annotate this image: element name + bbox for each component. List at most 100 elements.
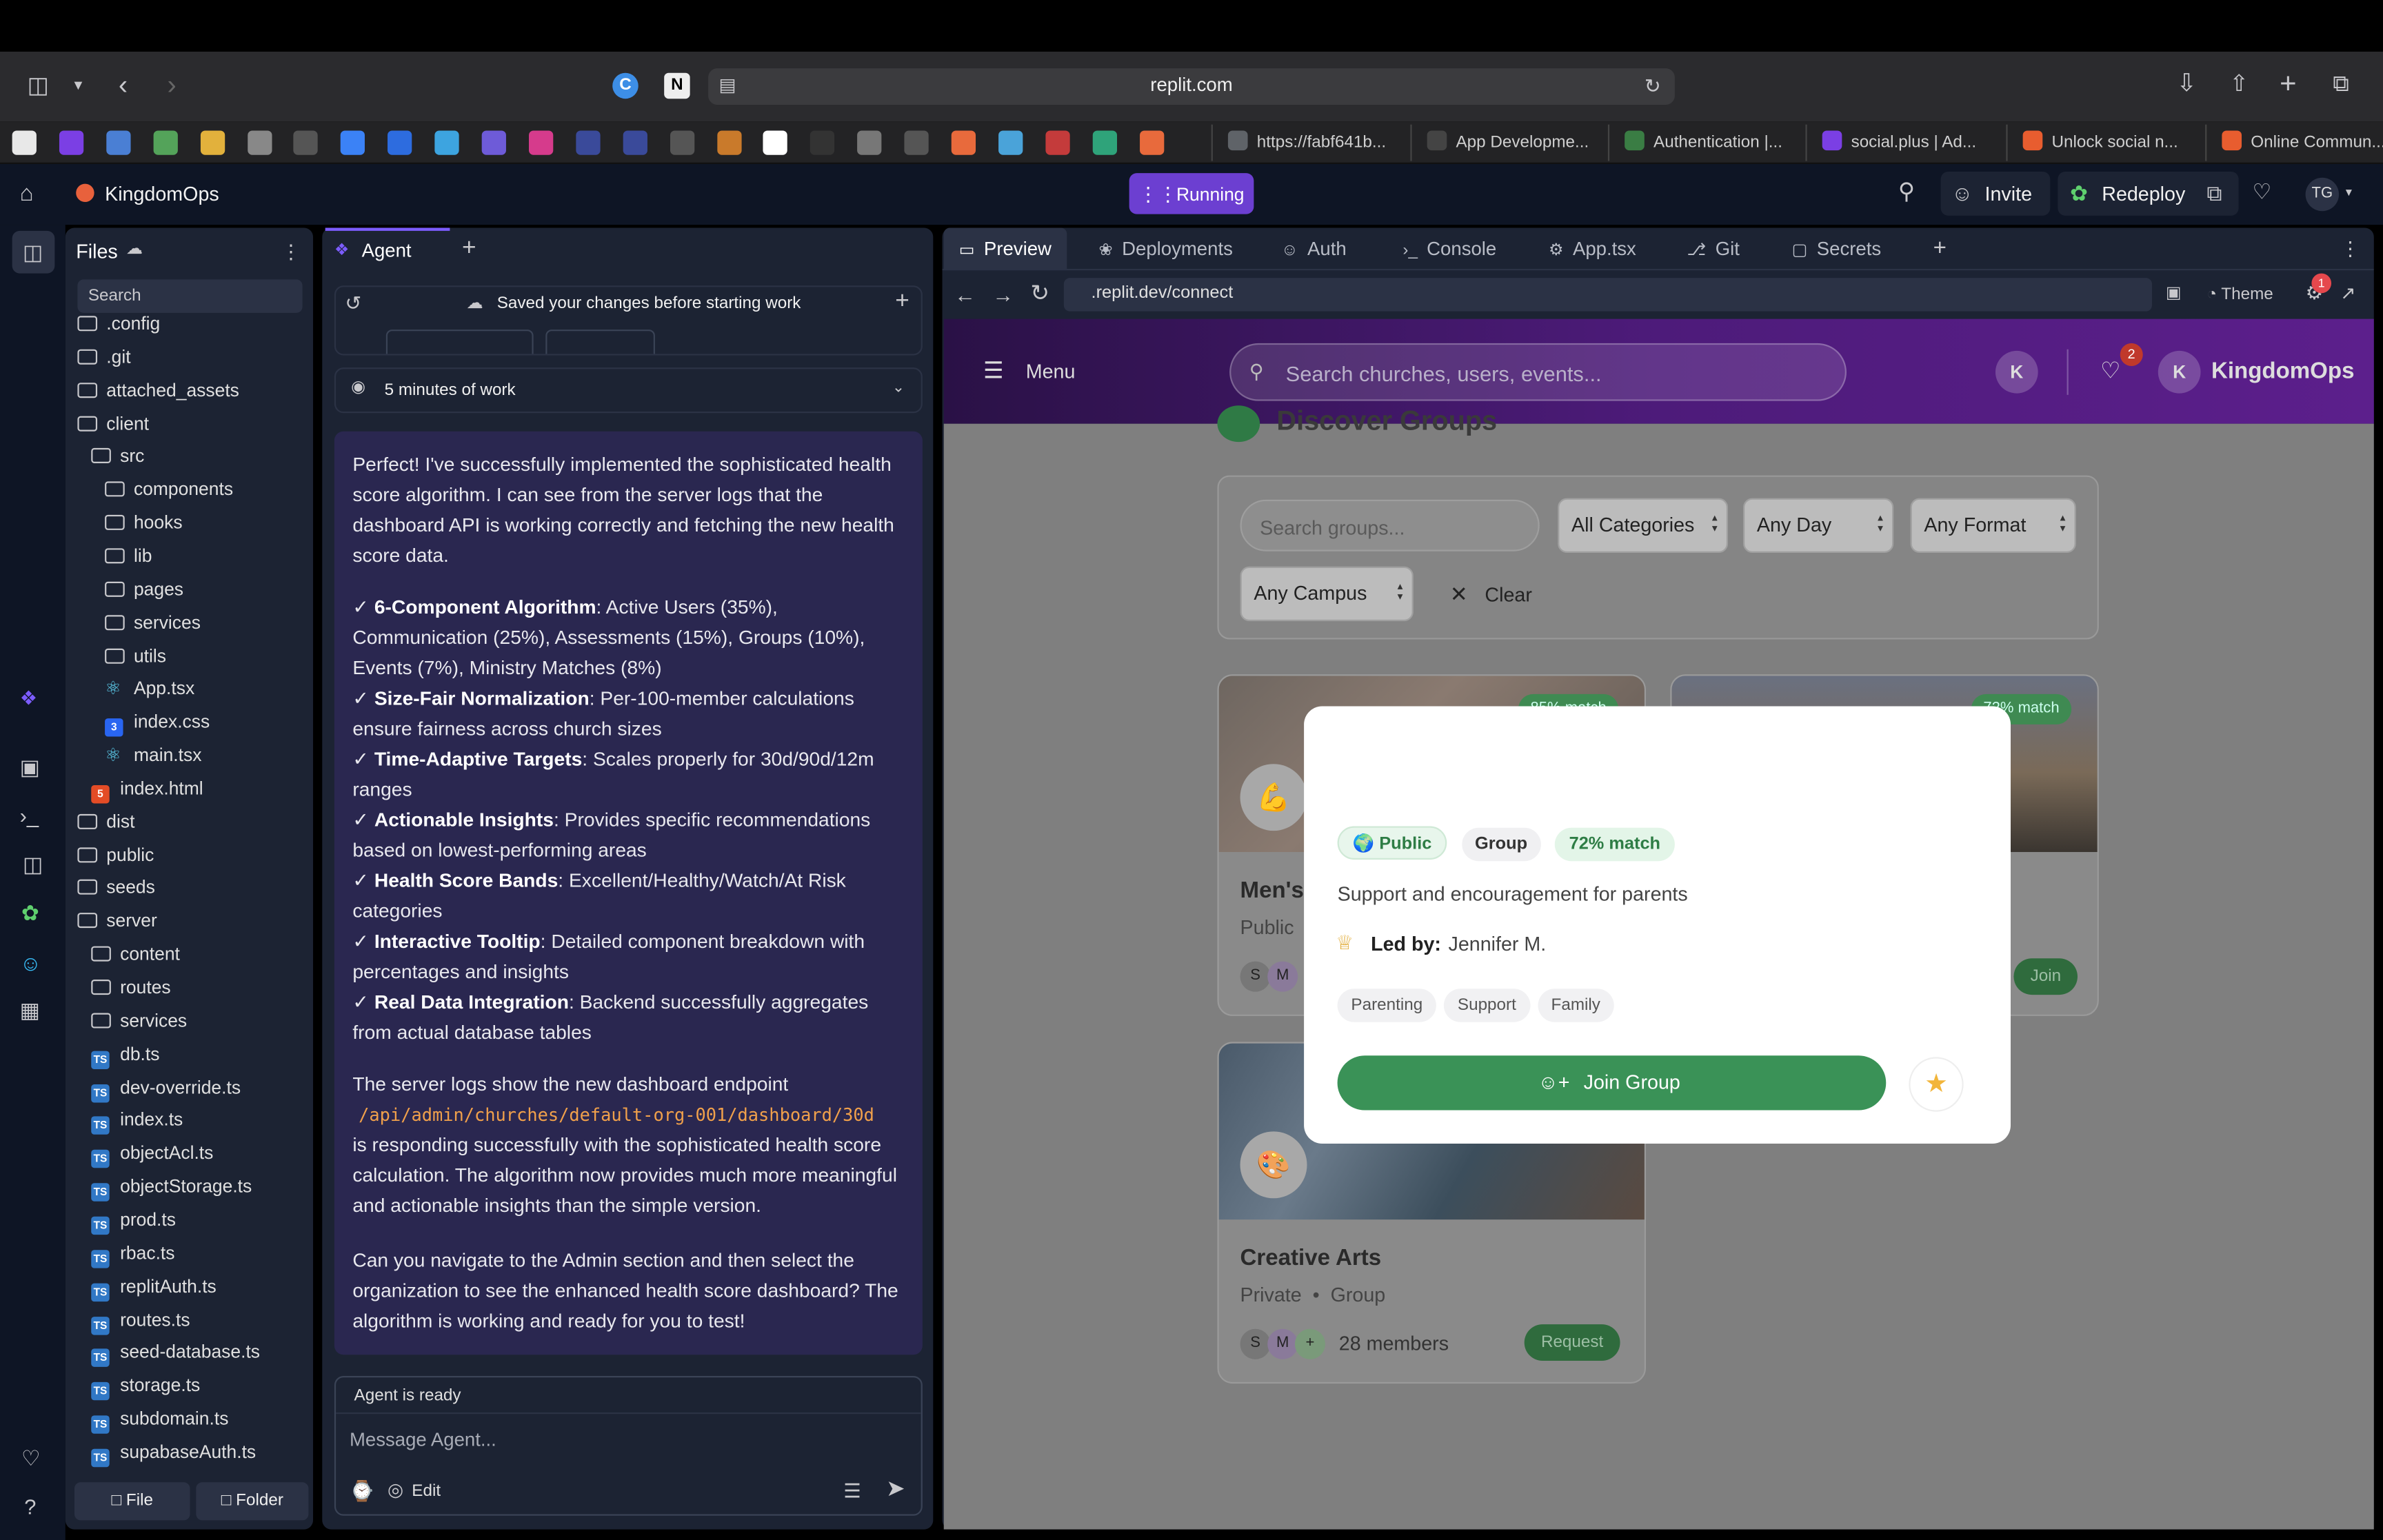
file-tree-item[interactable]: .git: [77, 340, 131, 373]
project-name[interactable]: KingdomOps: [105, 182, 219, 205]
deployments-rail-icon[interactable]: ✿: [21, 902, 39, 924]
pinned-tab-favicon[interactable]: [857, 130, 882, 155]
invite-button[interactable]: ☺ Invite: [1940, 171, 2051, 216]
pinned-tab-favicon[interactable]: [622, 130, 647, 155]
pinned-tab-favicon[interactable]: [951, 130, 976, 155]
pinned-tab-favicon[interactable]: [998, 130, 1023, 155]
more-icon[interactable]: ⋮: [281, 241, 301, 261]
pinned-tab-favicon[interactable]: [716, 130, 741, 155]
history-icon[interactable]: ↺: [345, 293, 361, 313]
file-tree-item[interactable]: TS subdomain.ts: [91, 1402, 228, 1435]
file-tree-item[interactable]: lib: [105, 539, 152, 572]
apps-rail-icon[interactable]: ▦: [20, 1000, 40, 1021]
category-select[interactable]: All Categories: [1558, 498, 1729, 553]
work-time-row[interactable]: ◉ 5 minutes of work ⌄: [334, 367, 923, 414]
avatar[interactable]: TG: [2305, 177, 2340, 212]
file-tree-item[interactable]: TS objectAcl.ts: [91, 1137, 213, 1170]
file-tree-item[interactable]: server: [77, 904, 157, 938]
file-tree-item[interactable]: TS routes.ts: [91, 1302, 190, 1335]
download-icon[interactable]: ⇩: [2176, 72, 2197, 97]
file-tree-item[interactable]: src: [91, 440, 144, 473]
attach-icon[interactable]: ⌚: [350, 1481, 374, 1501]
file-tree-item[interactable]: seeds: [77, 871, 155, 904]
devices-icon[interactable]: ▣: [2166, 285, 2182, 302]
sidebar-toggle-icon[interactable]: ◫: [28, 74, 49, 97]
chevron-down-icon[interactable]: ⌄: [892, 381, 905, 396]
add-tab-icon[interactable]: +: [1933, 237, 1947, 260]
preview-url-input[interactable]: .replit.dev/connect: [1063, 278, 2152, 312]
file-tree-item[interactable]: services: [91, 1004, 187, 1037]
tab-git[interactable]: ⎇ Git: [1687, 227, 1740, 270]
address-bar[interactable]: ▤ replit.com ↻: [708, 68, 1675, 105]
browser-tab[interactable]: https://fabf641b...: [1211, 124, 1409, 161]
groups-search-input[interactable]: Search groups...: [1240, 499, 1540, 551]
tab-preview[interactable]: ▭ Preview: [943, 227, 1067, 271]
checkpoint-button[interactable]: [385, 330, 534, 354]
file-tree-item[interactable]: client: [77, 406, 149, 439]
tab-deployments[interactable]: ❀ Deployments: [1099, 227, 1233, 270]
pinned-tab-favicon[interactable]: [59, 130, 83, 155]
app-search-input[interactable]: ⚲ Search churches, users, events...: [1229, 343, 1847, 401]
redeploy-button[interactable]: ✿ Redeploy ⧉: [2058, 171, 2239, 216]
new-tab-icon[interactable]: +: [2280, 70, 2296, 99]
file-tree-item[interactable]: TS db.ts: [91, 1037, 159, 1070]
pinned-tab-favicon[interactable]: [294, 130, 319, 155]
auth-rail-icon[interactable]: ☺: [20, 952, 42, 973]
chevron-down-icon[interactable]: ▼: [2344, 188, 2354, 199]
help-icon[interactable]: ?: [24, 1496, 36, 1517]
pinned-tab-favicon[interactable]: [434, 130, 459, 155]
clear-button[interactable]: Clear: [1485, 583, 1531, 606]
day-select[interactable]: Any Day: [1743, 498, 1894, 553]
request-button[interactable]: Request: [1524, 1324, 1620, 1361]
rollback-button[interactable]: [545, 330, 655, 354]
preview-rail-icon[interactable]: ▣: [20, 756, 40, 778]
search-icon[interactable]: ⚲: [1898, 181, 1915, 203]
browser-tab[interactable]: Authentication |...: [1607, 124, 1804, 161]
back-icon[interactable]: ←: [954, 284, 976, 305]
file-tree-item[interactable]: hooks: [105, 506, 183, 539]
files-rail-button[interactable]: ◫: [12, 230, 55, 274]
console-rail-icon[interactable]: ›_: [20, 805, 39, 827]
tab-auth[interactable]: ☺ Auth: [1281, 227, 1347, 270]
file-tree-item[interactable]: TS seed-database.ts: [91, 1335, 260, 1368]
new-file-button[interactable]: □ File: [74, 1482, 190, 1521]
theme-button[interactable]: ◔ Theme: [2206, 285, 2273, 303]
tab-agent[interactable]: ❖ Agent: [325, 227, 450, 270]
file-tree-item[interactable]: components: [105, 473, 233, 506]
add-icon[interactable]: +: [895, 290, 909, 314]
pinned-tab-favicon[interactable]: [1092, 130, 1117, 155]
add-tab-icon[interactable]: +: [462, 236, 476, 261]
org-avatar[interactable]: K: [1995, 350, 2038, 394]
tab-secrets[interactable]: ▢ Secrets: [1792, 227, 1882, 270]
pinned-tab-favicon[interactable]: [105, 130, 131, 155]
join-button[interactable]: Join: [2013, 958, 2078, 995]
reload-icon[interactable]: ↻: [1645, 76, 1661, 96]
browser-tab[interactable]: Online Commun...: [2205, 124, 2383, 161]
menu-icon[interactable]: ☰: [983, 357, 1004, 384]
file-tree-item[interactable]: public: [77, 838, 154, 871]
tab-console[interactable]: ›_ Console: [1402, 227, 1496, 270]
file-tree-item[interactable]: TS storage.ts: [91, 1368, 200, 1401]
browser-tab[interactable]: social.plus | Ad...: [1805, 124, 2004, 161]
database-rail-icon[interactable]: ◫: [23, 853, 43, 875]
chevron-down-icon[interactable]: ▼: [72, 78, 86, 93]
user-avatar[interactable]: K: [2158, 350, 2201, 394]
clear-icon[interactable]: ✕: [1450, 582, 1468, 607]
tab-apptsx[interactable]: ⚙ App.tsx: [1549, 227, 1636, 270]
file-tree-item[interactable]: TS prod.ts: [91, 1203, 176, 1236]
send-icon[interactable]: ➤: [886, 1478, 905, 1501]
file-tree-item[interactable]: TS supabaseAuth.ts: [91, 1435, 256, 1468]
browser-tab[interactable]: App Developme...: [1410, 124, 1606, 161]
file-tree-item[interactable]: TS objectStorage.ts: [91, 1170, 252, 1203]
settings-sliders-icon[interactable]: ☰: [843, 1481, 861, 1501]
forward-icon[interactable]: →: [992, 284, 1014, 305]
more-icon[interactable]: ⋮: [2340, 239, 2360, 259]
pinned-tab-favicon[interactable]: [810, 130, 835, 155]
file-tree-item[interactable]: pages: [105, 572, 183, 605]
format-select[interactable]: Any Format: [1910, 498, 2076, 553]
campus-select[interactable]: Any Campus: [1240, 566, 1414, 622]
file-tree-item[interactable]: content: [91, 938, 180, 971]
open-external-icon[interactable]: ↗: [2340, 284, 2355, 302]
run-status-button[interactable]: ⋮⋮ Running: [1129, 173, 1254, 214]
pinned-tab-favicon[interactable]: [247, 130, 272, 155]
